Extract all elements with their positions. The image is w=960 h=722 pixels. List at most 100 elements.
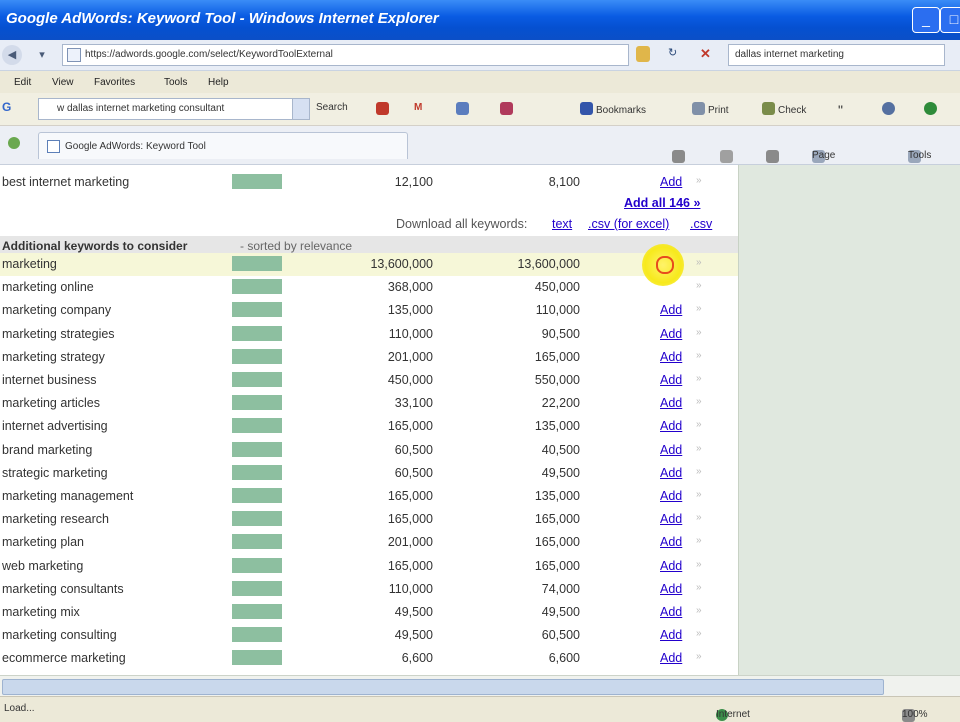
bookmarks-button[interactable]: Bookmarks [580, 102, 646, 116]
quote-icon[interactable]: " [838, 102, 843, 118]
scrollbar-thumb[interactable] [2, 679, 884, 695]
keyword-text: web marketing [2, 558, 84, 573]
table-row: marketing strategy 201,000 165,000 Add » [0, 346, 738, 369]
bookmark-star-icon[interactable] [376, 102, 392, 116]
avg-search-volume: 13,600,000 [517, 257, 580, 271]
competition-bar [232, 580, 282, 596]
google-search-input[interactable]: w dallas internet marketing consultant [38, 98, 310, 120]
competition-bar [232, 511, 282, 527]
add-keyword-link[interactable]: Add [660, 419, 682, 433]
table-row: marketing plan 201,000 165,000 Add » [0, 531, 738, 554]
add-keyword-link[interactable]: Add [660, 350, 682, 364]
search-volume: 13,600,000 [370, 257, 433, 271]
add-keyword-link[interactable]: Add [660, 303, 682, 317]
add-keyword-link[interactable]: Add [660, 443, 682, 457]
competition-bar [232, 372, 282, 387]
download-text-link[interactable]: text [552, 217, 572, 231]
refresh-icon[interactable]: ↻ [668, 46, 677, 59]
add-keyword-link[interactable]: Add [660, 489, 682, 503]
click-highlight [642, 244, 684, 286]
menu-view[interactable]: View [52, 77, 74, 88]
add-keyword-link[interactable]: Add [660, 396, 682, 410]
keyword-text: internet advertising [2, 419, 108, 434]
table-row: brand marketing 60,500 40,500 Add » [0, 439, 738, 462]
add-keyword-link[interactable]: Add [660, 605, 682, 619]
avg-search-volume: 165,000 [534, 535, 580, 550]
add-keyword-link[interactable]: Add [660, 628, 682, 642]
add-keyword-link[interactable]: Add [660, 559, 682, 573]
maximize-button[interactable]: □ [940, 7, 960, 33]
arrow-icon: » [696, 605, 702, 616]
chevron-down-icon[interactable]: ▾ [36, 45, 48, 65]
gmail-icon[interactable]: M [414, 102, 422, 113]
competition-bar [232, 557, 282, 573]
menu-edit[interactable]: Edit [14, 77, 31, 88]
minimize-button[interactable]: _ [912, 7, 940, 33]
stop-icon[interactable]: ✕ [700, 46, 711, 62]
pointer-icon [656, 256, 674, 274]
page-favicon-icon [67, 48, 81, 62]
horizontal-scrollbar[interactable] [0, 675, 960, 696]
tab-keyword-tool[interactable]: Google AdWords: Keyword Tool [38, 132, 408, 159]
add-keyword-link[interactable]: Add [660, 175, 682, 189]
back-icon[interactable]: ◀ [2, 45, 22, 65]
add-keyword-link[interactable]: Add [660, 512, 682, 526]
competition-bar [232, 395, 282, 411]
share-icon[interactable] [456, 102, 472, 116]
menu-favorites[interactable]: Favorites [94, 77, 135, 88]
menu-tools[interactable]: Tools [164, 77, 187, 88]
add-all-link[interactable]: Add all 146 » [624, 196, 700, 210]
status-dot-icon[interactable] [924, 102, 940, 116]
add-keyword-link[interactable]: Add [660, 373, 682, 387]
favorites-star-icon[interactable] [8, 137, 20, 149]
keyword-text: marketing consultants [2, 581, 124, 596]
zone-label: Internet [716, 709, 750, 720]
tab-label: Google AdWords: Keyword Tool [65, 141, 206, 152]
status-text: Load... [4, 703, 35, 714]
competition-bar [232, 174, 282, 189]
search-volume: 33,100 [394, 396, 433, 411]
download-csv-excel-link[interactable]: .csv (for excel) [588, 217, 669, 231]
arrow-icon: » [696, 512, 702, 524]
chevron-down-icon[interactable] [292, 99, 309, 119]
menu-help[interactable]: Help [208, 77, 229, 88]
avg-search-volume: 165,000 [534, 512, 580, 527]
arrow-icon: » [696, 651, 702, 663]
search-button[interactable]: Search [316, 102, 348, 113]
live-search-input[interactable]: dallas internet marketing [728, 44, 945, 66]
table-row: marketing mix 49,500 49,500 Add » [0, 601, 738, 624]
lock-icon[interactable] [636, 46, 650, 62]
add-keyword-link[interactable]: Add [660, 535, 682, 549]
add-keyword-link[interactable]: Add [660, 327, 682, 341]
add-keyword-link[interactable]: Add [660, 651, 682, 665]
table-row: marketing consulting 49,500 60,500 Add » [0, 624, 738, 647]
live-search-value: dallas internet marketing [735, 49, 844, 60]
keyword-text: marketing management [2, 489, 134, 503]
print-button[interactable]: Print [692, 102, 729, 116]
arrow-icon: » [696, 396, 702, 408]
competition-bar [232, 464, 282, 480]
table-row: marketing strategies 110,000 90,500 Add » [0, 323, 738, 346]
table-row: web marketing 165,000 165,000 Add » [0, 555, 738, 578]
sort-label: - sorted by relevance [240, 239, 353, 253]
search-volume: 60,500 [394, 442, 433, 457]
address-input[interactable]: https://adwords.google.com/select/Keywor… [62, 44, 629, 66]
table-row: marketing company 135,000 110,000 Add » [0, 299, 738, 322]
keyword-text: marketing online [2, 280, 94, 295]
keyword-text: marketing mix [2, 605, 80, 619]
add-keyword-link[interactable]: Add [660, 466, 682, 480]
tab-favicon-icon [47, 140, 60, 153]
keyword-text: strategic marketing [2, 465, 108, 480]
table-row: marketing consultants 110,000 74,000 Add » [0, 578, 738, 601]
add-keyword-link[interactable]: Add [660, 582, 682, 596]
search-volume: 165,000 [387, 489, 433, 503]
magnifier-icon[interactable] [882, 102, 898, 116]
arrow-icon: » [696, 535, 702, 547]
translate-icon[interactable] [500, 102, 516, 116]
download-csv-link[interactable]: .csv [690, 217, 712, 231]
page-label: Page [812, 150, 836, 161]
keyword-text: marketing research [2, 512, 109, 527]
check-button[interactable]: Check [762, 102, 806, 116]
keyword-text: ecommerce marketing [2, 651, 126, 666]
table-row: best internet marketing 12,100 8,100 Add… [0, 171, 738, 194]
